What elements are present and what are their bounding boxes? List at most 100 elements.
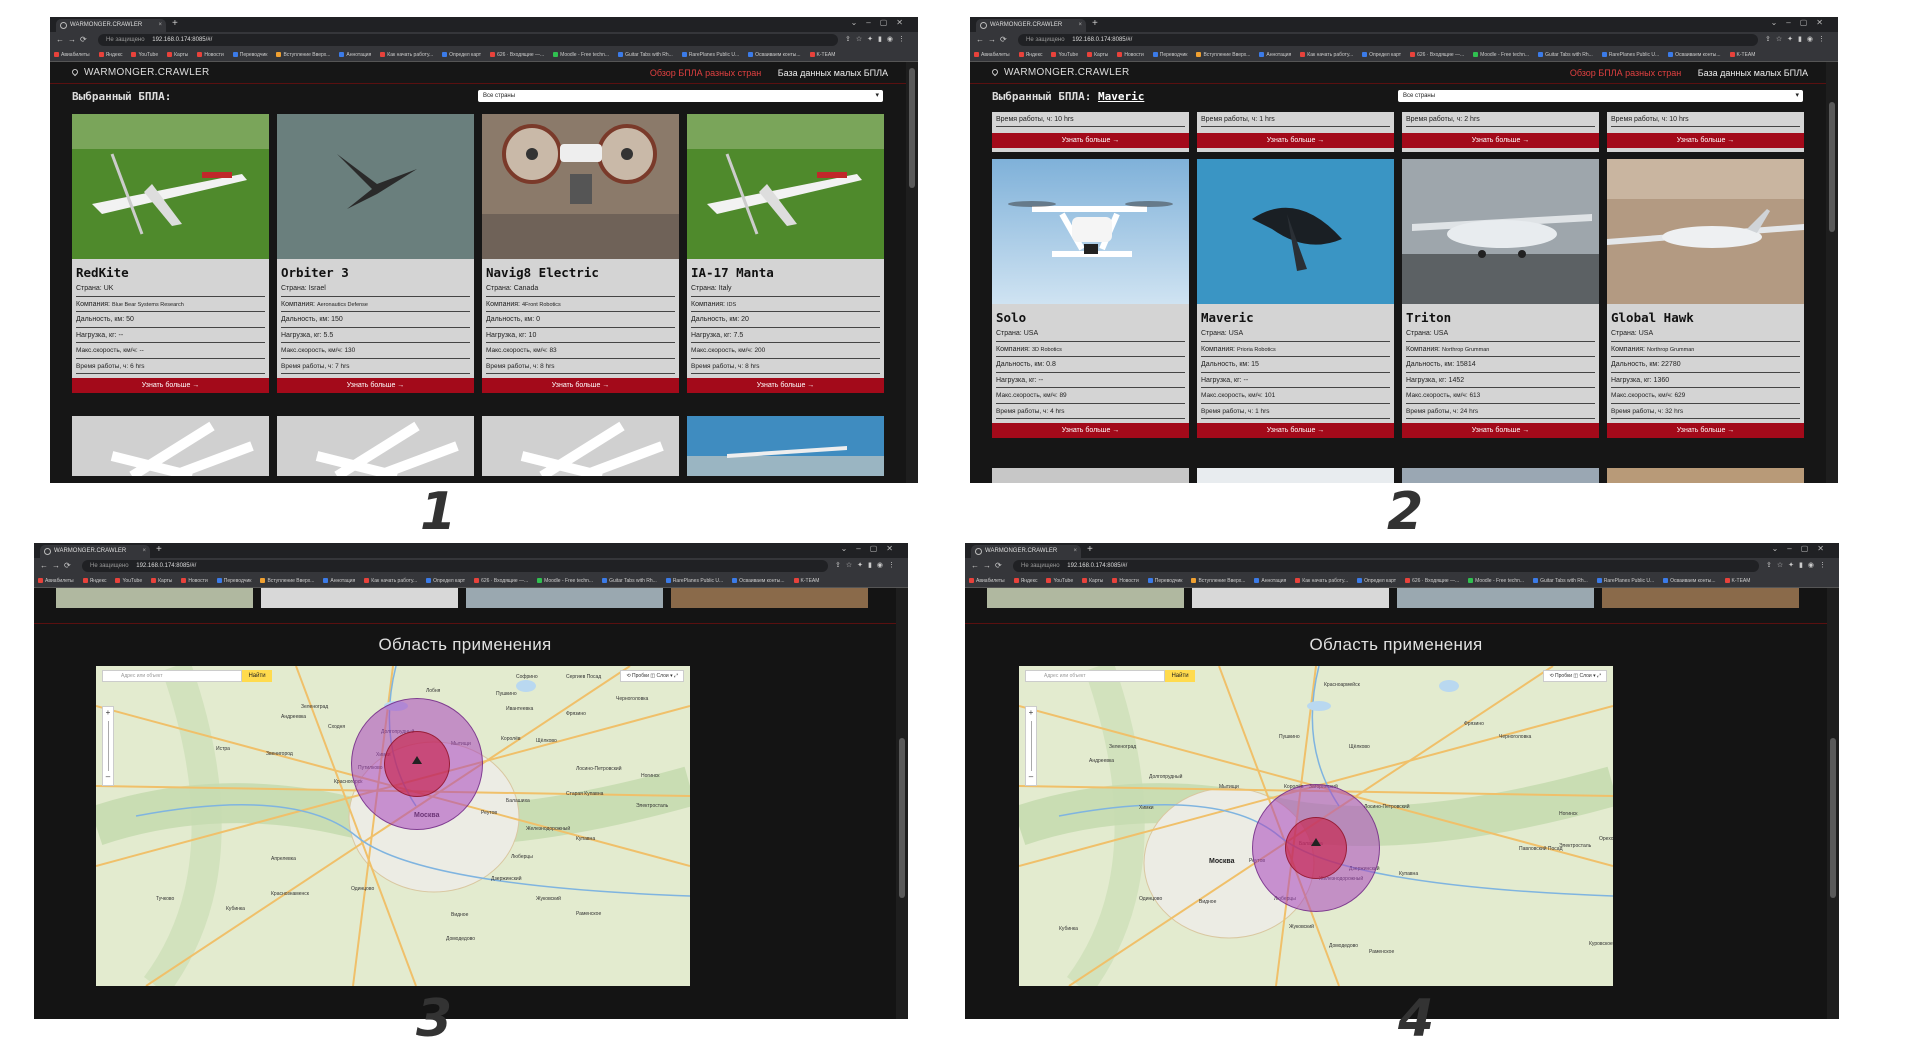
bookmark-item[interactable]: Вступление Вверх... [1196, 52, 1250, 58]
map-zoom-control[interactable]: + – [1025, 706, 1037, 786]
bookmark-item[interactable]: Аннотация [1259, 52, 1291, 58]
bookmark-item[interactable]: Новости [1117, 52, 1143, 58]
bookmark-item[interactable]: Переводчик [1148, 578, 1183, 584]
bookmark-item[interactable]: Карты [1087, 52, 1108, 58]
drone-card[interactable]: Время работы, ч: 10 hrs Узнать больше → [992, 112, 1189, 152]
bookmark-item[interactable]: Moodle - Free techn... [537, 578, 593, 584]
navigation-icons[interactable]: ←→⟳ [40, 558, 75, 574]
site-logo[interactable]: WARMONGER.CRAWLER [990, 67, 1129, 78]
drone-card[interactable]: Navig8 Electric Страна: Canada Компания:… [482, 114, 679, 393]
bookmark-item[interactable]: Moodle - Free techn... [553, 52, 609, 58]
drone-photo[interactable] [72, 114, 269, 259]
bookmark-item[interactable]: K-TEAM [1725, 578, 1751, 584]
bookmark-item[interactable]: Осваиваем конты... [1668, 52, 1720, 58]
bookmark-item[interactable]: Карты [167, 52, 188, 58]
bookmark-item[interactable]: Новости [1112, 578, 1138, 584]
zoom-out-icon[interactable]: – [103, 771, 113, 783]
bookmark-item[interactable]: Определ карт [1362, 52, 1401, 58]
usage-area-map[interactable]: СофриноКрасноармейскФряновоПушкиноЗелено… [1019, 666, 1613, 986]
bookmark-item[interactable]: Moodle - Free techn... [1468, 578, 1524, 584]
zoom-in-icon[interactable]: + [1029, 708, 1034, 717]
bookmark-item[interactable]: Авиабилеты [38, 578, 74, 584]
close-icon[interactable]: × [1078, 19, 1082, 32]
bookmark-item[interactable]: Определ карт [442, 52, 481, 58]
learn-more-button[interactable]: Узнать больше → [687, 378, 884, 393]
bookmark-item[interactable]: Авиабилеты [54, 52, 90, 58]
scrollbar[interactable] [906, 62, 918, 483]
extension-icons[interactable]: ⇪☆✦▮◉⋮ [845, 32, 910, 48]
bookmark-item[interactable]: Вступление Вверх... [276, 52, 330, 58]
bookmark-item[interactable]: Как начать работу... [380, 52, 433, 58]
drone-card-placeholder[interactable] [1397, 588, 1594, 608]
map-search-input[interactable]: Адрес или объект [102, 670, 242, 682]
browser-tab[interactable]: WARMONGER.CRAWLER × [976, 19, 1086, 32]
learn-more-button[interactable]: Узнать больше → [1607, 133, 1804, 148]
drone-photo[interactable] [1607, 159, 1804, 304]
bookmark-item[interactable]: K-TEAM [794, 578, 820, 584]
bookmark-item[interactable]: Guitar Tabs with Rh... [618, 52, 673, 58]
window-controls[interactable]: ⌄–▢✕ [1772, 544, 1833, 553]
learn-more-button[interactable]: Узнать больше → [992, 133, 1189, 148]
nav-overview-link[interactable]: Обзор БПЛА разных стран [1570, 68, 1681, 78]
navigation-icons[interactable]: ←→⟳ [976, 32, 1011, 48]
nav-overview-link[interactable]: Обзор БПЛА разных стран [650, 68, 761, 78]
drone-photo[interactable] [687, 114, 884, 259]
window-controls[interactable]: ⌄–▢✕ [851, 18, 912, 27]
drone-card[interactable]: Время работы, ч: 1 hrs Узнать больше → [1197, 112, 1394, 152]
bookmark-item[interactable]: RarePlanes Public U... [666, 578, 723, 584]
new-tab-icon[interactable]: + [172, 18, 178, 29]
drone-photo[interactable] [482, 114, 679, 259]
browser-tab[interactable]: WARMONGER.CRAWLER × [56, 19, 166, 32]
scrollbar[interactable] [1826, 62, 1838, 483]
bookmark-item[interactable]: Moodle - Free techn... [1473, 52, 1529, 58]
url-field[interactable]: Не защищено 192.168.0.174:8085/#/ [82, 560, 828, 572]
drone-card[interactable]: Время работы, ч: 2 hrs Узнать больше → [1402, 112, 1599, 152]
drone-card[interactable]: IA-17 Manta Страна: Italy Компания: IDS … [687, 114, 884, 393]
extension-icons[interactable]: ⇪☆✦▮◉⋮ [1765, 32, 1830, 48]
bookmark-item[interactable]: Вступление Вверх... [1191, 578, 1245, 584]
url-field[interactable]: Не защищено 192.168.0.174:8085/#/ [98, 34, 838, 46]
close-icon[interactable]: × [158, 19, 162, 32]
window-controls[interactable]: ⌄–▢✕ [841, 544, 902, 553]
navigation-icons[interactable]: ←→⟳ [56, 32, 91, 48]
window-controls[interactable]: ⌄–▢✕ [1771, 18, 1832, 27]
learn-more-button[interactable]: Узнать больше → [482, 378, 679, 393]
nav-database-link[interactable]: База данных малых БПЛА [778, 68, 888, 78]
bookmark-item[interactable]: Определ карт [1357, 578, 1396, 584]
drone-card-placeholder[interactable] [1192, 588, 1389, 608]
bookmark-item[interactable]: Новости [181, 578, 207, 584]
bookmark-item[interactable]: Авиабилеты [969, 578, 1005, 584]
bookmark-item[interactable]: Яндекс [1019, 52, 1043, 58]
browser-tab[interactable]: WARMONGER.CRAWLER × [971, 545, 1081, 558]
drone-card-placeholder[interactable] [1402, 468, 1599, 483]
bookmark-item[interactable]: Переводчик [233, 52, 268, 58]
nav-database-link[interactable]: База данных малых БПЛА [1698, 68, 1808, 78]
bookmark-item[interactable]: Авиабилеты [974, 52, 1010, 58]
bookmark-item[interactable]: Яндекс [1014, 578, 1038, 584]
drone-card[interactable]: Время работы, ч: 10 hrs Узнать больше → [1607, 112, 1804, 152]
drone-photo[interactable] [277, 114, 474, 259]
new-tab-icon[interactable]: + [1092, 18, 1098, 29]
drone-card-placeholder[interactable] [1602, 588, 1799, 608]
learn-more-button[interactable]: Узнать больше → [1607, 423, 1804, 438]
bookmark-item[interactable]: YouTube [131, 52, 158, 58]
bookmark-item[interactable]: Guitar Tabs with Rh... [1533, 578, 1588, 584]
drone-card-placeholder[interactable] [261, 588, 458, 608]
bookmark-item[interactable]: K-TEAM [1730, 52, 1756, 58]
drone-photo[interactable] [1197, 159, 1394, 304]
scrollbar[interactable] [896, 588, 908, 1019]
drone-card[interactable]: Triton Страна: USA Компания: Northrop Gr… [1402, 159, 1599, 438]
bookmark-item[interactable]: 626 · Входящие —... [1410, 52, 1464, 58]
drone-card-placeholder[interactable] [687, 416, 884, 476]
bookmark-item[interactable]: Новости [197, 52, 223, 58]
drone-card-placeholder[interactable] [992, 468, 1189, 483]
drone-photo[interactable] [992, 159, 1189, 304]
bookmark-item[interactable]: Карты [151, 578, 172, 584]
scrollbar[interactable] [1827, 588, 1839, 1019]
new-tab-icon[interactable]: + [1087, 544, 1093, 555]
drone-card-placeholder[interactable] [56, 588, 253, 608]
bookmark-item[interactable]: Guitar Tabs with Rh... [602, 578, 657, 584]
new-tab-icon[interactable]: + [156, 544, 162, 555]
site-logo[interactable]: WARMONGER.CRAWLER [70, 67, 209, 78]
bookmark-item[interactable]: 626 · Входящие —... [1405, 578, 1459, 584]
